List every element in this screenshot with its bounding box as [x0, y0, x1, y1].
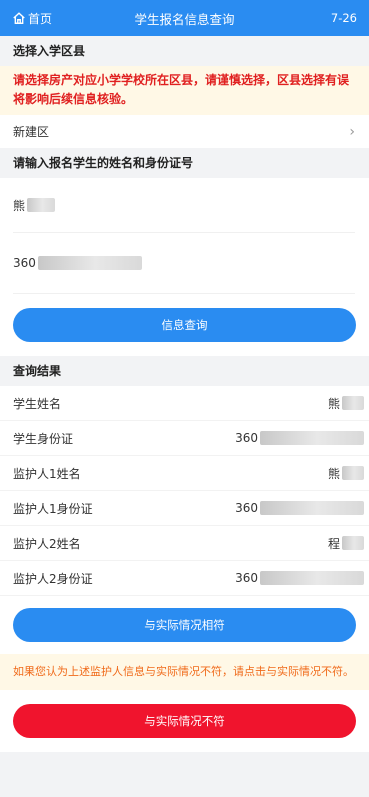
result-section-title: 查询结果: [0, 356, 369, 386]
result-label: 学生身份证: [13, 431, 74, 446]
result-value: 熊: [327, 396, 340, 411]
student-name-field[interactable]: 熊: [13, 178, 355, 233]
result-label: 监护人1身份证: [13, 501, 93, 516]
result-row: 学生姓名 熊: [0, 386, 369, 421]
result-label: 学生姓名: [13, 396, 62, 411]
district-select[interactable]: 新建区 ›: [0, 115, 369, 148]
page-title: 学生报名信息查询: [134, 11, 235, 27]
masked-text: [260, 501, 364, 515]
mismatch-button[interactable]: 与实际情况不符: [13, 704, 356, 738]
result-row: 监护人2身份证 360: [0, 561, 369, 596]
top-bar: 首页 学生报名信息查询 7-26: [0, 0, 369, 36]
masked-text: [342, 536, 364, 550]
match-button[interactable]: 与实际情况相符: [13, 608, 356, 642]
student-id-field[interactable]: 360: [13, 233, 355, 294]
masked-text: [260, 571, 364, 585]
district-selected-value: 新建区: [13, 125, 50, 139]
home-icon: [13, 12, 25, 24]
mismatch-tip: 如果您认为上述监护人信息与实际情况不符，请点击与实际情况不符。: [0, 654, 369, 690]
masked-text: [27, 198, 56, 212]
result-value: 360: [235, 501, 258, 515]
home-label: 首页: [28, 11, 53, 26]
version-label: 7-26: [330, 11, 357, 25]
student-id-value: 360: [13, 256, 36, 270]
home-link[interactable]: 首页: [0, 10, 52, 27]
result-row: 学生身份证 360: [0, 421, 369, 456]
result-value: 熊: [327, 466, 340, 481]
result-label: 监护人2身份证: [13, 571, 93, 586]
masked-text: [37, 256, 142, 270]
masked-text: [342, 466, 364, 480]
result-label: 监护人2姓名: [13, 536, 81, 551]
chevron-right-icon: ›: [349, 123, 355, 140]
result-value: 360: [235, 431, 258, 445]
result-row: 监护人1身份证 360: [0, 491, 369, 526]
masked-text: [260, 431, 364, 445]
district-section-title: 选择入学区县: [0, 36, 369, 66]
result-value: 360: [235, 571, 258, 585]
result-row: 监护人2姓名 程: [0, 526, 369, 561]
student-name-value: 熊: [13, 198, 26, 213]
district-notice: 请选择房产对应小学学校所在区县，请谨慎选择，区县选择有误将影响后续信息核验。: [0, 66, 369, 115]
masked-text: [342, 396, 364, 410]
result-label: 监护人1姓名: [13, 466, 81, 481]
result-row: 监护人1姓名 熊: [0, 456, 369, 491]
student-input-section-title: 请输入报名学生的姓名和身份证号: [0, 148, 369, 178]
result-value: 程: [327, 536, 340, 551]
query-button[interactable]: 信息查询: [13, 308, 356, 342]
